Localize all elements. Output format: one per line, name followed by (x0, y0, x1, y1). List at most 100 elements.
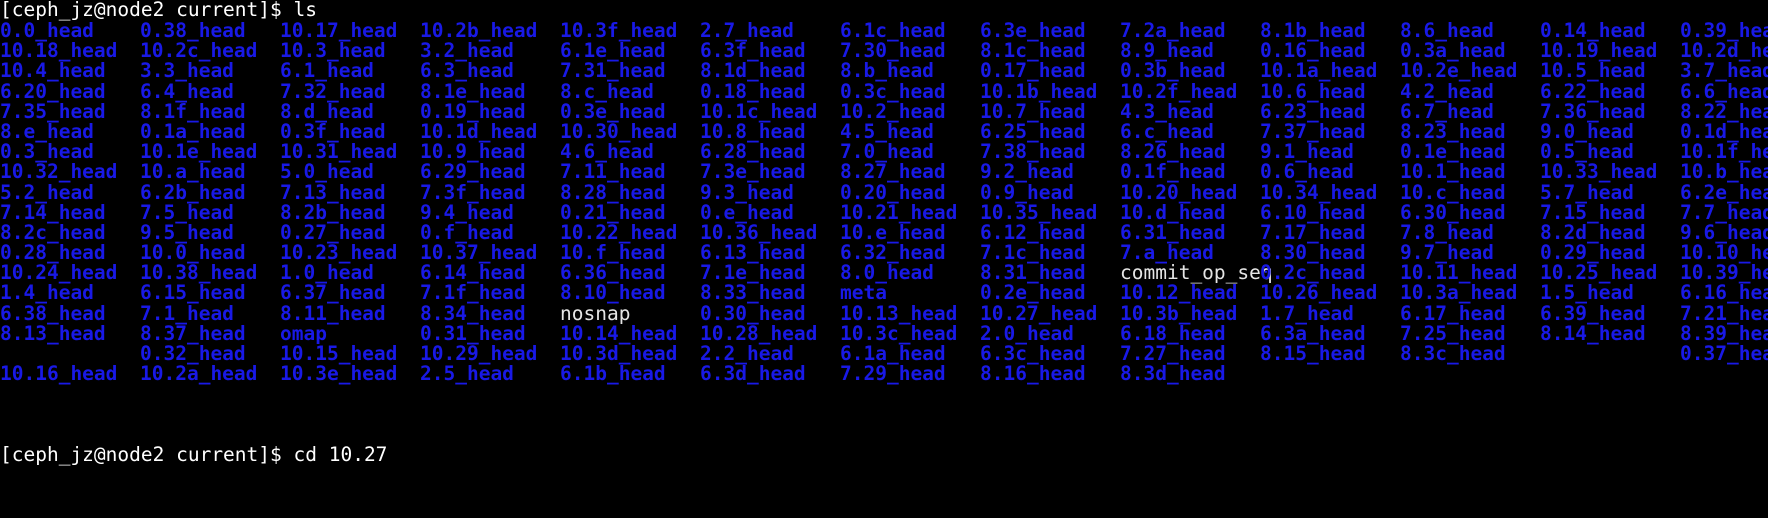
ls-entry-directory[interactable]: 10.35_head (980, 202, 1120, 223)
ls-entry-directory[interactable]: 0.29_head (1540, 242, 1680, 263)
ls-entry-directory[interactable]: 7.2a_head (1120, 20, 1260, 41)
ls-entry-directory[interactable]: 8.2d_head (1540, 222, 1680, 243)
ls-entry-directory[interactable]: 10.18_head (0, 40, 140, 61)
ls-entry-directory[interactable]: 0.3b_head (1120, 61, 1260, 81)
ls-entry-directory[interactable]: 6.18_head (1120, 323, 1260, 344)
ls-entry-directory[interactable]: 10.3a_head (1400, 283, 1540, 303)
ls-entry-directory[interactable]: 10.1f_head (1680, 141, 1768, 162)
ls-entry-directory[interactable]: 10.d_head (1120, 202, 1260, 223)
ls-entry-directory[interactable]: 0.32_head (140, 343, 280, 364)
ls-entry-directory[interactable]: 10.3d_head (560, 343, 700, 364)
ls-entry-directory[interactable]: 10.22_head (560, 222, 700, 243)
ls-entry-directory[interactable]: 0.3a_head (1400, 40, 1540, 61)
ls-entry-directory[interactable]: 8.0_head (840, 263, 980, 283)
ls-entry-directory[interactable]: 4.3_head (1120, 101, 1260, 122)
ls-entry-directory[interactable]: 10.2_head (840, 101, 980, 122)
ls-entry-directory[interactable]: 7.35_head (0, 101, 140, 122)
ls-entry-directory[interactable]: 10.3_head (280, 40, 420, 61)
ls-entry-directory[interactable]: 10.21_head (840, 202, 980, 223)
ls-entry-directory[interactable]: 7.0_head (840, 141, 980, 162)
ls-entry-directory[interactable]: 8.1c_head (980, 40, 1120, 61)
ls-entry-directory[interactable]: 6.2b_head (140, 182, 280, 203)
ls-entry-directory[interactable]: 0.0_head (0, 20, 140, 41)
ls-entry-directory[interactable]: 10.24_head (0, 263, 140, 283)
ls-entry-directory[interactable]: 7.14_head (0, 202, 140, 223)
ls-entry-directory[interactable]: 0.1a_head (140, 121, 280, 142)
ls-entry-directory[interactable]: 10.26_head (1260, 283, 1400, 303)
ls-entry-directory[interactable]: 6.10_head (1260, 202, 1400, 223)
ls-entry-directory[interactable]: 1.5_head (1540, 283, 1680, 303)
ls-entry-directory[interactable]: 8.2c_head (0, 222, 140, 243)
ls-entry-directory[interactable]: 0.3_head (0, 141, 140, 162)
ls-entry-directory[interactable]: 8.d_head (280, 101, 420, 122)
ls-entry-directory[interactable]: 7.27_head (1120, 343, 1260, 364)
ls-entry-directory[interactable]: 10.11_head (1400, 263, 1540, 283)
ls-entry-directory[interactable]: 6.38_head (0, 303, 140, 324)
ls-entry-directory[interactable]: 10.20_head (1120, 182, 1260, 203)
ls-entry-directory[interactable]: 6.16_head (1680, 283, 1768, 303)
ls-entry-directory[interactable]: 10.25_head (1540, 263, 1680, 283)
ls-entry-directory[interactable]: 10.a_head (140, 162, 280, 182)
ls-entry-directory[interactable]: 6.37_head (280, 283, 420, 303)
ls-entry-directory[interactable]: 10.23_head (280, 242, 420, 263)
ls-entry-directory[interactable]: 9.4_head (420, 202, 560, 223)
ls-entry-directory[interactable]: 10.16_head (0, 363, 140, 384)
ls-entry-directory[interactable]: 10.1d_head (420, 121, 560, 142)
ls-entry-directory[interactable]: 8.1d_head (700, 61, 840, 81)
ls-entry-directory[interactable]: 6.30_head (1400, 202, 1540, 223)
ls-entry-directory[interactable]: 0.30_head (700, 303, 840, 324)
ls-entry-directory[interactable]: 0.27_head (280, 222, 420, 243)
ls-entry-directory[interactable]: 7.21_head (1680, 303, 1768, 324)
ls-entry-directory[interactable]: 9.3_head (700, 182, 840, 203)
ls-entry-directory[interactable]: omap (280, 323, 420, 344)
ls-entry-directory[interactable]: 0.37_head (1680, 343, 1768, 364)
ls-entry-directory[interactable]: 9.0_head (1540, 121, 1680, 142)
ls-entry-directory[interactable]: 8.11_head (280, 303, 420, 324)
ls-entry-directory[interactable]: 0.21_head (560, 202, 700, 223)
ls-entry-directory[interactable]: 6.1a_head (840, 343, 980, 364)
ls-entry-directory[interactable]: 8.15_head (1260, 343, 1400, 364)
ls-entry-directory[interactable]: 6.1_head (280, 61, 420, 81)
ls-entry-directory[interactable]: 8.30_head (1260, 242, 1400, 263)
ls-entry-directory[interactable]: 0.19_head (420, 101, 560, 122)
ls-entry-directory[interactable]: 10.2b_head (420, 20, 560, 41)
ls-entry-directory[interactable]: 0.1e_head (1400, 141, 1540, 162)
ls-entry-directory[interactable]: 10.2a_head (140, 363, 280, 384)
ls-entry-directory[interactable]: 2.2_head (700, 343, 840, 364)
ls-entry-file[interactable]: nosnap (560, 303, 700, 324)
ls-entry-directory[interactable]: 6.c_head (1120, 121, 1260, 142)
ls-entry-directory[interactable]: 6.12_head (980, 222, 1120, 243)
ls-entry-directory[interactable]: 0.3c_head (840, 81, 980, 102)
ls-entry-directory[interactable]: 6.25_head (980, 121, 1120, 142)
ls-entry-directory[interactable]: 10.29_head (420, 343, 560, 364)
ls-entry-directory[interactable]: 2.5_head (420, 363, 560, 384)
ls-entry-directory[interactable]: 7.1c_head (980, 242, 1120, 263)
ls-entry-directory[interactable]: 10.31_head (280, 141, 420, 162)
ls-entry-directory[interactable]: 8.34_head (420, 303, 560, 324)
ls-entry-directory[interactable]: 7.38_head (980, 141, 1120, 162)
ls-entry-directory[interactable]: 6.4_head (140, 81, 280, 102)
ls-entry-directory[interactable]: 10.37_head (420, 242, 560, 263)
ls-entry-directory[interactable]: 10.c_head (1400, 182, 1540, 203)
ls-entry-directory[interactable]: 1.4_head (0, 283, 140, 303)
ls-entry-directory[interactable]: 7.3f_head (420, 182, 560, 203)
ls-entry-directory[interactable]: 10.19_head (1540, 40, 1680, 61)
ls-entry-directory[interactable]: 6.6_head (1680, 81, 1768, 102)
ls-entry-directory[interactable]: 6.3d_head (700, 363, 840, 384)
ls-entry-directory[interactable]: meta (840, 283, 980, 303)
ls-entry-directory[interactable]: 6.3_head (420, 61, 560, 81)
ls-entry-directory[interactable]: 7.37_head (1260, 121, 1400, 142)
ls-entry-directory[interactable]: 7.a_head (1120, 242, 1260, 263)
ls-entry-directory[interactable]: 9.2_head (980, 162, 1120, 182)
ls-entry-directory[interactable]: 7.7_head (1680, 202, 1768, 223)
ls-entry-directory[interactable]: 10.b_head (1680, 162, 1768, 182)
ls-entry-directory[interactable]: 7.36_head (1540, 101, 1680, 122)
ls-entry-directory[interactable]: 2.0_head (980, 323, 1120, 344)
ls-entry-directory[interactable]: 6.31_head (1120, 222, 1260, 243)
ls-entry-directory[interactable]: 8.37_head (140, 323, 280, 344)
ls-entry-directory[interactable]: 10.1a_head (1260, 61, 1400, 81)
ls-entry-directory[interactable]: 8.23_head (1400, 121, 1540, 142)
ls-entry-directory[interactable]: 6.13_head (700, 242, 840, 263)
ls-entry-directory[interactable]: 9.5_head (140, 222, 280, 243)
ls-entry-directory[interactable]: 5.0_head (280, 162, 420, 182)
